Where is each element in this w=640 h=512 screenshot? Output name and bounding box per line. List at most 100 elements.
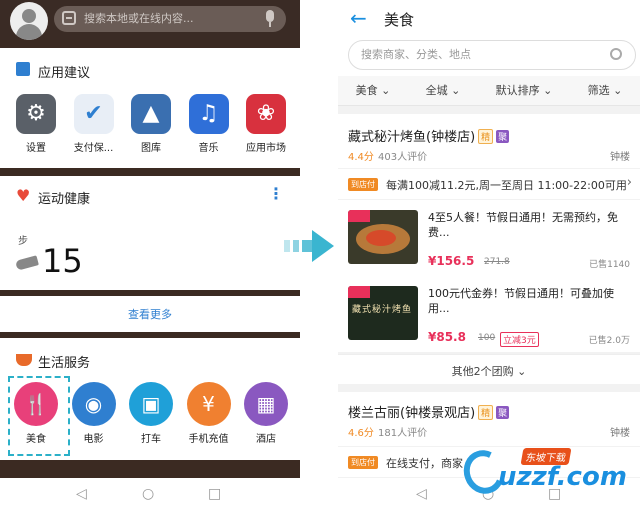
- app-label: 支付保...: [73, 143, 114, 154]
- more-deals-row[interactable]: 其他2个团购 ⌄: [338, 354, 640, 384]
- promo-text: 在线支付，商家: [386, 457, 463, 470]
- film-reel-icon: ◉: [71, 382, 116, 426]
- avatar[interactable]: [10, 2, 48, 40]
- featured-badge: 精: [478, 129, 494, 144]
- watermark-logo: 东坡下载 uzzf.com: [457, 444, 640, 512]
- group-buy-ribbon: [348, 286, 370, 298]
- filter-sort[interactable]: 默认排序 ⌄: [496, 76, 553, 105]
- service-label: 酒店: [256, 434, 276, 445]
- step-count: 15: [42, 242, 83, 280]
- group-buy-ribbon: [348, 210, 370, 222]
- deals-section: 4至5人餐！节假日通用！无需预约，免费... ¥156.5 271.8 已售11…: [338, 200, 640, 352]
- music-note-icon: ♫: [188, 94, 229, 134]
- watermark-brand: uzzf.com: [498, 462, 627, 492]
- deal-title: 4至5人餐！节假日通用！无需预约，免费...: [428, 211, 618, 239]
- service-label: 电影: [83, 434, 104, 445]
- home-search-input[interactable]: 搜索本地或在线内容...: [54, 6, 286, 32]
- hotel-icon: ▦: [244, 382, 288, 426]
- deal-sold-count: 已售1140: [589, 260, 630, 270]
- right-phone-screen: ← 美食 搜索商家、分类、地点 美食 ⌄ 全城 ⌄ 默认排序 ⌄ 筛选 ⌄ 藏式…: [338, 0, 640, 512]
- shop-card-2[interactable]: 楼兰古丽(钟楼景观店) 精聚 4.6分 181人评价 钟楼: [338, 392, 640, 446]
- back-arrow-icon[interactable]: ←: [350, 6, 367, 30]
- payment-shield-icon: ✔: [73, 94, 114, 134]
- recent-nav-icon[interactable]: □: [208, 486, 221, 502]
- app-label: 图库: [141, 143, 161, 154]
- service-food[interactable]: 🍴 美食: [8, 382, 64, 445]
- see-more-bar[interactable]: 查看更多: [0, 296, 300, 332]
- deal-price: ¥85.8: [428, 330, 466, 344]
- filter-category[interactable]: 美食 ⌄: [356, 76, 391, 105]
- service-label: 美食: [26, 434, 46, 445]
- deal-photo: 藏式秘汁烤鱼: [348, 286, 418, 340]
- shop-reviews: 181人评价: [378, 428, 428, 439]
- life-services-title: 生活服务: [38, 356, 91, 371]
- more-deals-link[interactable]: 其他2个团购: [452, 365, 514, 378]
- deal-item-1[interactable]: 4至5人餐！节假日通用！无需预约，免费... ¥156.5 271.8 已售11…: [348, 210, 630, 272]
- home-nav-icon[interactable]: ○: [142, 486, 154, 502]
- shop-card-1[interactable]: 藏式秘汁烤鱼(钟楼店) 精聚 4.4分 403人评价 钟楼: [338, 114, 640, 168]
- app-label: 音乐: [198, 143, 219, 154]
- chevron-down-icon: ⌄: [517, 365, 527, 378]
- shop-reviews: 403人评价: [378, 152, 428, 163]
- service-recharge[interactable]: ¥ 手机充值: [181, 382, 237, 445]
- service-hotel[interactable]: ▦ 酒店: [238, 382, 294, 445]
- more-options-icon[interactable]: ⋮: [268, 184, 284, 203]
- featured-badge: 精: [478, 405, 494, 420]
- filter-more[interactable]: 筛选 ⌄: [588, 76, 623, 105]
- scan-icon[interactable]: [62, 11, 76, 25]
- app-label: 设置: [26, 143, 46, 154]
- chevron-right-icon: ›: [626, 175, 632, 190]
- teacup-icon: [16, 354, 32, 366]
- service-label: 手机充值: [188, 434, 229, 445]
- service-taxi[interactable]: ▣ 打车: [123, 382, 179, 445]
- left-nav-bar: ◁ ○ □: [0, 478, 300, 512]
- app-settings[interactable]: ⚙ 设置: [8, 94, 64, 154]
- heart-pulse-icon: ♥: [16, 186, 31, 205]
- app-suggestions-icon: [16, 62, 30, 76]
- app-suggestions-title: 应用建议: [38, 66, 91, 81]
- app-payment-protect[interactable]: ✔ 支付保...: [66, 94, 122, 154]
- filter-area[interactable]: 全城 ⌄: [426, 76, 461, 105]
- shop-score: 4.6分: [348, 428, 374, 439]
- back-nav-icon[interactable]: ◁: [416, 486, 427, 502]
- taxi-icon: ▣: [129, 382, 173, 426]
- gallery-icon: ▲: [131, 94, 171, 134]
- deal-title: 100元代金券！节假日通用！可叠加使用...: [428, 287, 614, 315]
- pay-at-store-badge: 到店付: [348, 178, 378, 191]
- app-market[interactable]: ❀ 应用市场: [238, 94, 294, 154]
- thumb-shop-sign: 藏式秘汁烤鱼: [352, 305, 413, 315]
- left-phone-screen: 搜索本地或在线内容... 应用建议 ⚙ 设置 ✔ 支付保... ▲ 图库 ♫ 音乐 ❀ 应…: [0, 0, 300, 512]
- deal-original-price: 100: [478, 333, 496, 343]
- deal-original-price: 271.8: [484, 257, 510, 267]
- search-icon[interactable]: [610, 48, 622, 60]
- app-music[interactable]: ♫ 音乐: [181, 94, 237, 154]
- fork-knife-icon: 🍴: [14, 382, 58, 426]
- promo-row-1[interactable]: 到店付 每满100减11.2元,周一至周日 11:00-22:00可用 ›: [338, 169, 640, 199]
- life-services-card: 生活服务 🍴 美食 ◉ 电影 ▣ 打车 ¥ 手机充值 ▦ 酒店: [0, 338, 300, 460]
- shop-name: 楼兰古丽(钟楼景观店): [348, 406, 476, 421]
- shop-area: 钟楼: [610, 152, 630, 163]
- promo-text: 每满100减11.2元,周一至周日 11:00-22:00可用: [386, 179, 627, 192]
- app-suggestions-card: 应用建议 ⚙ 设置 ✔ 支付保... ▲ 图库 ♫ 音乐 ❀ 应用市场: [0, 48, 300, 168]
- app-gallery[interactable]: ▲ 图库: [123, 94, 179, 154]
- mic-icon[interactable]: [266, 10, 274, 27]
- service-label: 打车: [141, 434, 161, 445]
- step-label: 步: [18, 236, 28, 247]
- deal-item-2[interactable]: 藏式秘汁烤鱼 100元代金券！节假日通用！可叠加使用... ¥85.8 100 …: [348, 286, 630, 348]
- service-movie[interactable]: ◉ 电影: [66, 382, 122, 445]
- pay-at-store-badge: 到店付: [348, 456, 378, 469]
- see-more-link[interactable]: 查看更多: [0, 306, 300, 322]
- recharge-icon: ¥: [186, 382, 231, 426]
- shop-score: 4.4分: [348, 152, 374, 163]
- health-card[interactable]: ♥ 运动健康 ⋮ 步 15: [0, 176, 300, 290]
- app-market-icon: ❀: [246, 94, 286, 134]
- shop-name: 藏式秘汁烤鱼(钟楼店): [348, 130, 476, 145]
- discount-badge: 立减3元: [500, 332, 539, 347]
- shoe-icon: [15, 255, 39, 271]
- food-search-input[interactable]: 搜索商家、分类、地点: [348, 40, 636, 70]
- back-nav-icon[interactable]: ◁: [76, 486, 87, 502]
- deal-photo: [348, 210, 418, 264]
- deal-sold-count: 已售2.0万: [588, 336, 630, 346]
- health-title: 运动健康: [38, 192, 91, 207]
- transition-arrow-icon: [284, 230, 334, 262]
